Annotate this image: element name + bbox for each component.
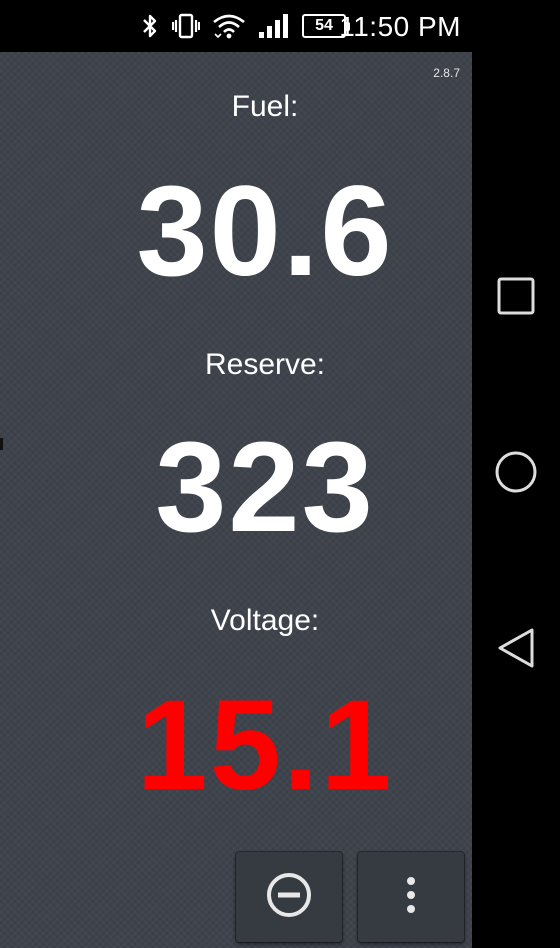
minus-circle-icon: [265, 871, 313, 924]
recents-button[interactable]: [472, 258, 560, 338]
fuel-label: Fuel:: [231, 90, 299, 123]
status-icons: 54: [140, 0, 350, 52]
more-options-button[interactable]: [358, 852, 464, 942]
wifi-icon: [212, 12, 246, 40]
home-icon: [494, 450, 538, 499]
back-button[interactable]: [472, 610, 560, 690]
recents-icon: [496, 276, 536, 321]
voltage-value: 15.1: [136, 674, 394, 817]
home-button[interactable]: [472, 434, 560, 514]
signal-icon: [258, 12, 290, 40]
nav-bar: [472, 52, 560, 948]
bluetooth-icon: [140, 12, 160, 40]
more-vert-icon: [404, 875, 418, 920]
version-label: 2.8.7: [433, 66, 460, 80]
reserve-value: 323: [155, 416, 375, 559]
minus-button[interactable]: [236, 852, 342, 942]
status-clock: 11:50 PM: [339, 11, 461, 42]
vibrate-icon: [172, 12, 200, 40]
back-icon: [496, 627, 536, 674]
phone-screen: 54 11:50 PM 2.8.7 Fuel: 30.6 Reserve: 32…: [0, 0, 560, 948]
fuel-value: 30.6: [136, 160, 394, 303]
app-main: 2.8.7 Fuel: 30.6 Reserve: 323 Voltage: 1…: [0, 52, 472, 948]
status-bar: 54 11:50 PM: [0, 0, 560, 52]
reserve-label: Reserve:: [204, 348, 326, 381]
battery-level: 54: [315, 17, 333, 34]
voltage-label: Voltage:: [210, 604, 320, 637]
